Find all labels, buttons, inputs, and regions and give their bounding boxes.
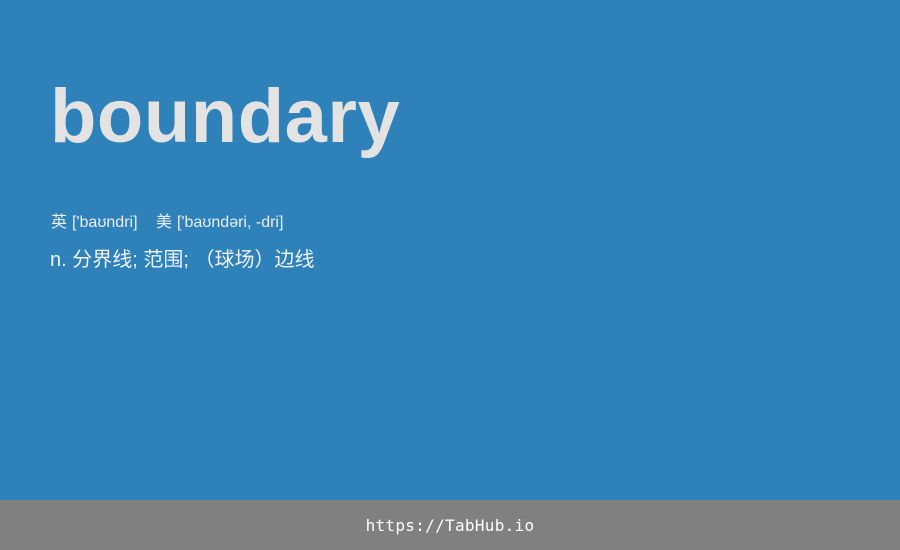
us-label: 美 <box>155 214 172 231</box>
word-card: boundary 英 ['baʊndri] 美 ['baʊndəri, -dri] … <box>0 0 900 500</box>
uk-label: 英 <box>51 214 68 231</box>
pronunciation-row: 英 ['baʊndri] 美 ['baʊndəri, -dri] <box>51 212 283 234</box>
us-pronunciation: 美 ['baʊndəri, -dri] <box>156 212 283 234</box>
uk-pronunciation: 英 ['baʊndri] <box>51 212 138 234</box>
uk-ipa: ['baʊndri] <box>72 214 138 231</box>
footer-bar: https://TabHub.io <box>0 500 900 550</box>
us-ipa: ['baʊndəri, -dri] <box>177 214 284 231</box>
headword: boundary <box>50 74 401 159</box>
definition-text: n. 分界线; 范围; （球场）边线 <box>50 249 315 271</box>
tabhub-link[interactable]: https://TabHub.io <box>366 516 535 535</box>
